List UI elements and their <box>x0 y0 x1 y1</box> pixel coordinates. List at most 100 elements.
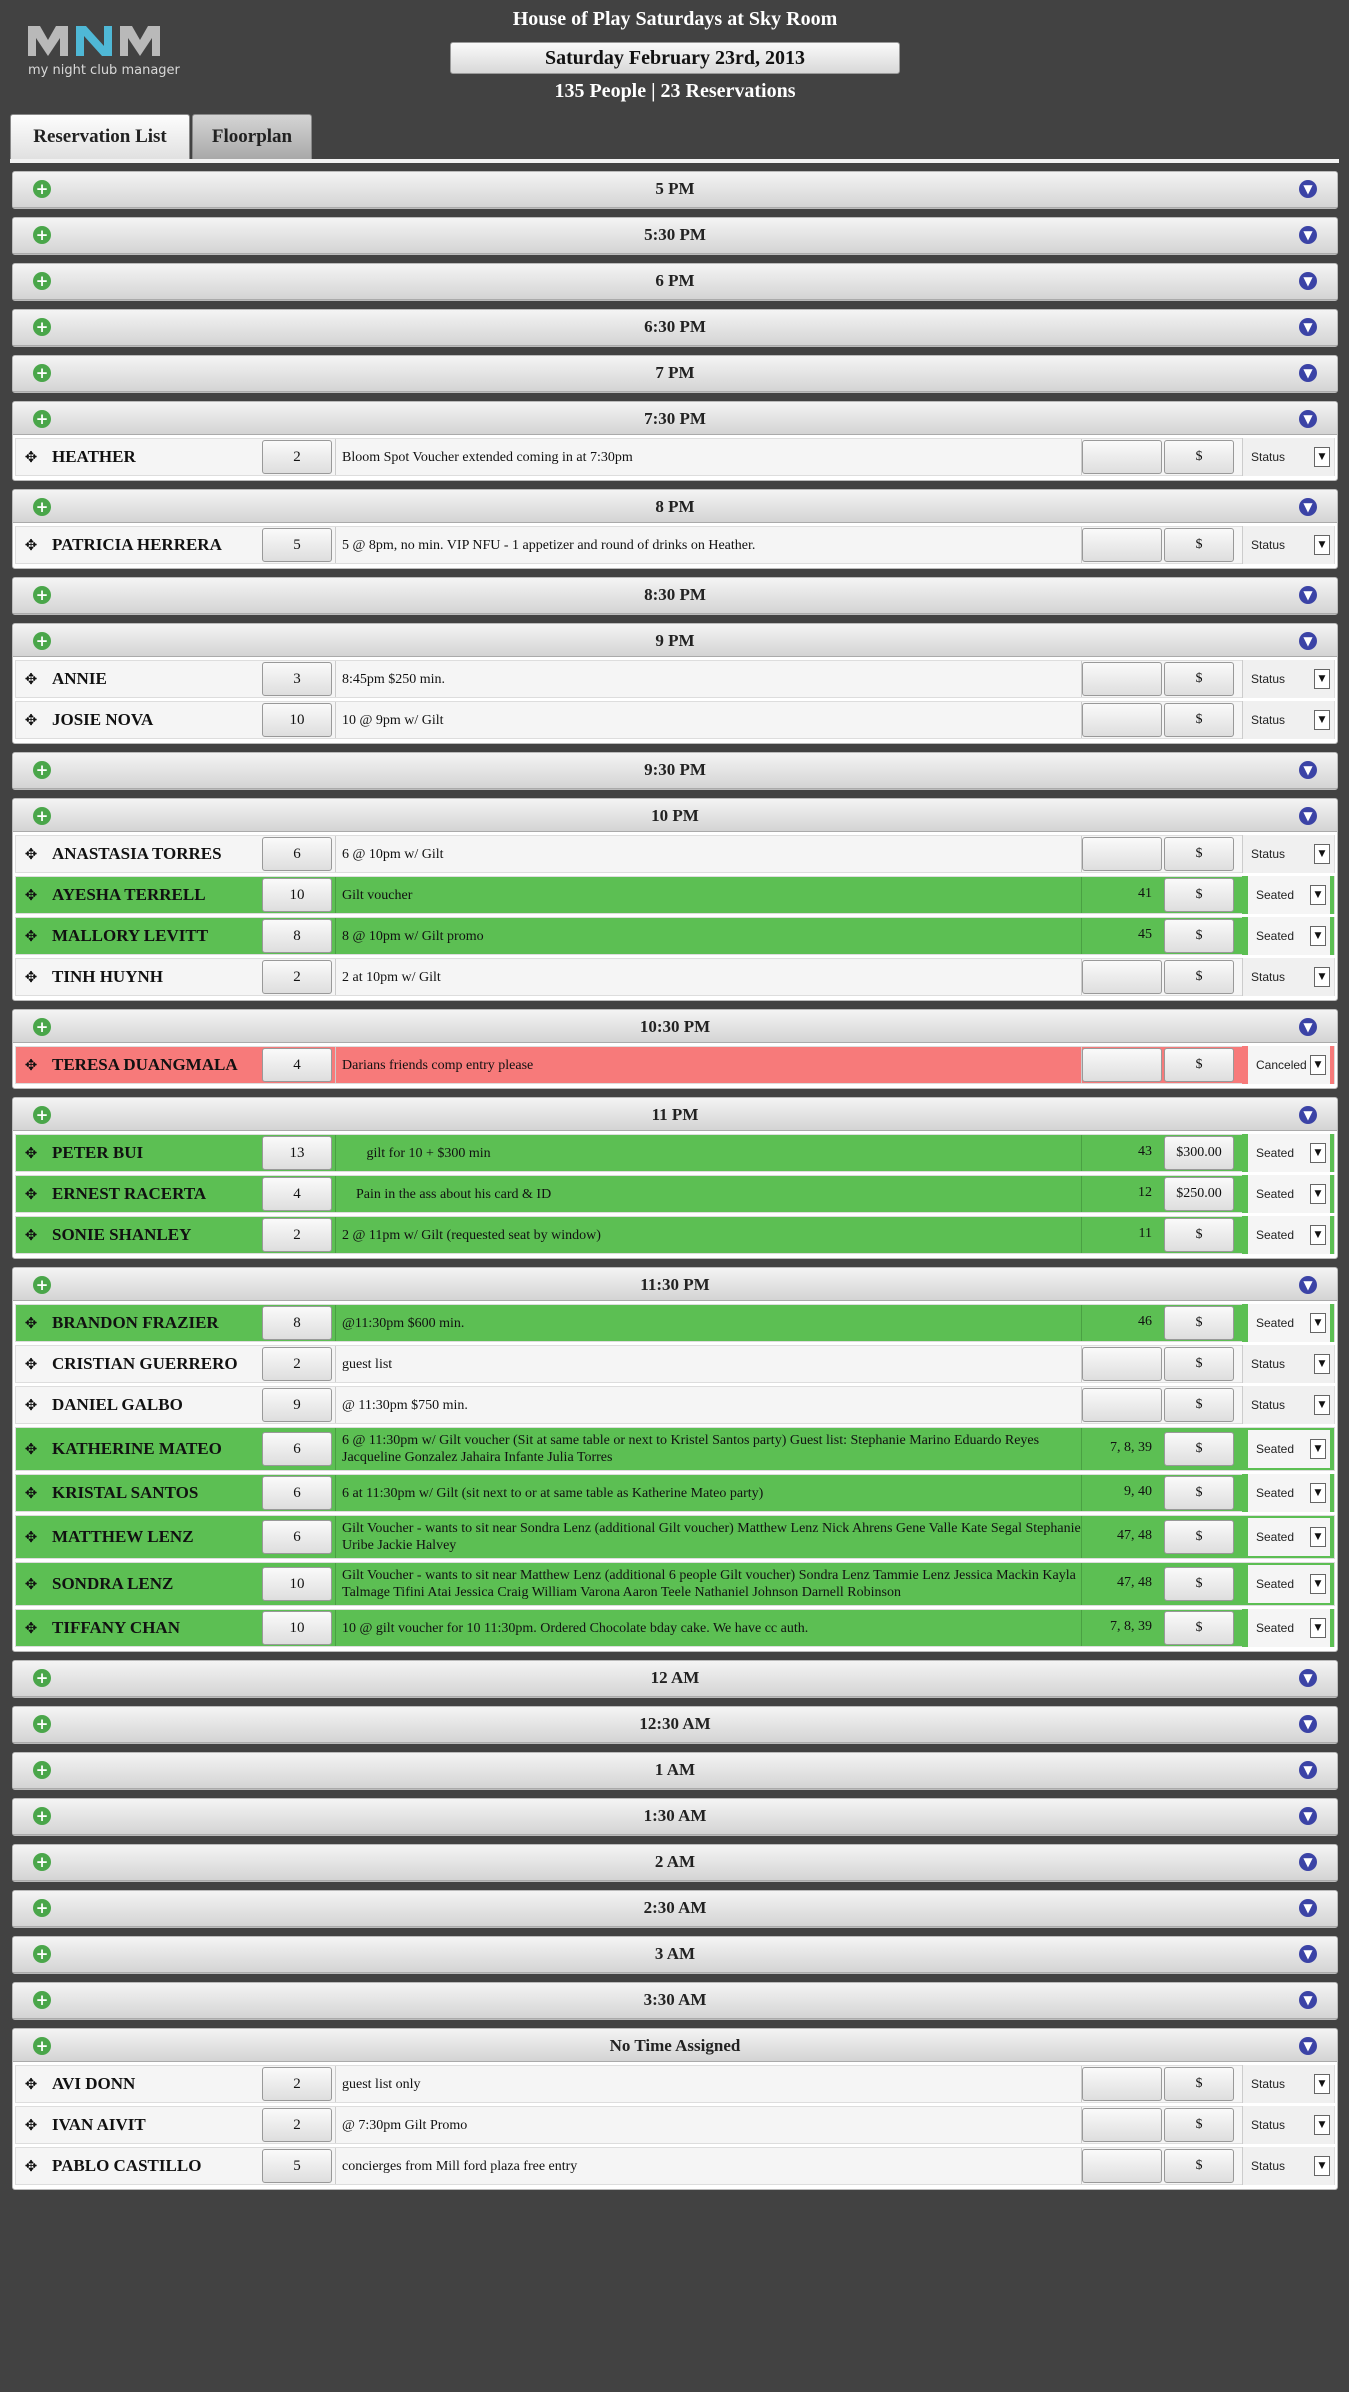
reservation-notes[interactable]: 5 @ 8pm, no min. VIP NFU - 1 appetizer a… <box>335 527 1082 563</box>
chevron-down-icon[interactable]: ▼ <box>1314 1354 1330 1374</box>
reservation-notes[interactable]: @ 7:30pm Gilt Promo <box>335 2107 1082 2143</box>
minimum-spend-field[interactable]: $250.00 <box>1164 1177 1234 1211</box>
status-select[interactable]: Canceled ▼ <box>1242 1046 1334 1084</box>
minimum-spend-field[interactable]: $ <box>1164 1306 1234 1340</box>
minimum-spend-field[interactable]: $ <box>1164 703 1234 737</box>
reservation-row[interactable]: ✥ ERNEST RACERTA 4 Pain in the ass about h… <box>15 1175 1335 1213</box>
party-size-field[interactable]: 9 <box>262 1388 332 1422</box>
reservation-row[interactable]: ✥ ANNIE 3 8:45pm $250 min. $ Status ▼ <box>15 660 1335 698</box>
party-size-field[interactable]: 5 <box>262 2149 332 2183</box>
move-icon[interactable]: ✥ <box>20 1619 42 1637</box>
reservation-row[interactable]: ✥ IVAN AIVIT 2 @ 7:30pm Gilt Promo $ Status ▼ <box>15 2106 1335 2144</box>
arrow-down-circle-icon[interactable]: ▼ <box>1299 318 1317 336</box>
guest-name[interactable]: PETER BUI <box>42 1143 262 1163</box>
minimum-spend-field[interactable]: $ <box>1164 837 1234 871</box>
date-selector[interactable]: Saturday February 23rd, 2013 <box>450 42 900 74</box>
chevron-down-icon[interactable]: ▼ <box>1314 447 1330 467</box>
minimum-spend-field[interactable]: $ <box>1164 1432 1234 1466</box>
tab-floorplan[interactable]: Floorplan <box>192 114 312 160</box>
plus-circle-icon[interactable]: + <box>33 1018 51 1036</box>
arrow-down-circle-icon[interactable]: ▼ <box>1299 1853 1317 1871</box>
reservation-row[interactable]: ✥ KATHERINE MATEO 6 6 @ 11:30pm w/ Gilt vou… <box>15 1427 1335 1471</box>
arrow-down-circle-icon[interactable]: ▼ <box>1299 498 1317 516</box>
party-size-field[interactable]: 3 <box>262 662 332 696</box>
move-icon[interactable]: ✥ <box>20 670 42 688</box>
party-size-field[interactable]: 6 <box>262 1432 332 1466</box>
plus-circle-icon[interactable]: + <box>33 1106 51 1124</box>
plus-circle-icon[interactable]: + <box>33 180 51 198</box>
status-select[interactable]: Seated ▼ <box>1242 1216 1334 1254</box>
party-size-field[interactable]: 10 <box>262 1611 332 1645</box>
minimum-spend-field[interactable]: $ <box>1164 1388 1234 1422</box>
plus-circle-icon[interactable]: + <box>33 318 51 336</box>
reservation-row[interactable]: ✥ ANASTASIA TORRES 6 6 @ 10pm w/ Gilt $ Statu… <box>15 835 1335 873</box>
reservation-row[interactable]: ✥ TIFFANY CHAN 10 10 @ gilt voucher for 10 … <box>15 1609 1335 1647</box>
party-size-field[interactable]: 10 <box>262 1567 332 1601</box>
reservation-row[interactable]: ✥ PABLO CASTILLO 5 concierges from Mill for… <box>15 2147 1335 2185</box>
party-size-field[interactable]: 4 <box>262 1048 332 1082</box>
status-select[interactable]: Seated ▼ <box>1242 1518 1334 1556</box>
table-number-field[interactable] <box>1082 1347 1162 1381</box>
guest-name[interactable]: TERESA DUANGMALA <box>42 1055 262 1075</box>
plus-circle-icon[interactable]: + <box>33 364 51 382</box>
status-select[interactable]: Seated ▼ <box>1242 917 1334 955</box>
status-select[interactable]: Seated ▼ <box>1242 1304 1334 1342</box>
reservation-row[interactable]: ✥ PATRICIA HERRERA 5 5 @ 8pm, no min. VIP N… <box>15 526 1335 564</box>
reservation-notes[interactable]: 8 @ 10pm w/ Gilt promo <box>335 918 1082 954</box>
reservation-notes[interactable]: 6 @ 10pm w/ Gilt <box>335 836 1082 872</box>
table-number-field[interactable] <box>1082 2067 1162 2101</box>
plus-circle-icon[interactable]: + <box>33 1669 51 1687</box>
plus-circle-icon[interactable]: + <box>33 1853 51 1871</box>
plus-circle-icon[interactable]: + <box>33 1899 51 1917</box>
arrow-down-circle-icon[interactable]: ▼ <box>1299 2037 1317 2055</box>
status-select[interactable]: Seated ▼ <box>1242 1430 1334 1468</box>
move-icon[interactable]: ✥ <box>20 1440 42 1458</box>
chevron-down-icon[interactable]: ▼ <box>1310 885 1326 905</box>
reservation-notes[interactable]: guest list <box>335 1346 1082 1382</box>
party-size-field[interactable]: 2 <box>262 960 332 994</box>
plus-circle-icon[interactable]: + <box>33 1945 51 1963</box>
plus-circle-icon[interactable]: + <box>33 226 51 244</box>
reservation-notes[interactable]: Bloom Spot Voucher extended coming in at… <box>335 439 1082 475</box>
chevron-down-icon[interactable]: ▼ <box>1314 669 1330 689</box>
table-number-field[interactable] <box>1082 2108 1162 2142</box>
move-icon[interactable]: ✥ <box>20 448 42 466</box>
reservation-row[interactable]: ✥ AYESHA TERRELL 10 Gilt voucher 41 $ Seated ▼ <box>15 876 1335 914</box>
reservation-row[interactable]: ✥ SONDRA LENZ 10 Gilt Voucher - wants to si… <box>15 1562 1335 1606</box>
reservation-notes[interactable]: 10 @ 9pm w/ Gilt <box>335 702 1082 738</box>
party-size-field[interactable]: 2 <box>262 1347 332 1381</box>
table-number-field[interactable] <box>1082 703 1162 737</box>
reservation-row[interactable]: ✥ CRISTIAN GUERRERO 2 guest list $ Status ▼ <box>15 1345 1335 1383</box>
arrow-down-circle-icon[interactable]: ▼ <box>1299 1761 1317 1779</box>
arrow-down-circle-icon[interactable]: ▼ <box>1299 807 1317 825</box>
arrow-down-circle-icon[interactable]: ▼ <box>1299 1945 1317 1963</box>
reservation-row[interactable]: ✥ SONIE SHANLEY 2 2 @ 11pm w/ Gilt (request… <box>15 1216 1335 1254</box>
reservation-row[interactable]: ✥ KRISTAL SANTOS 6 6 at 11:30pm w/ Gilt (si… <box>15 1474 1335 1512</box>
status-select[interactable]: Status ▼ <box>1242 526 1334 564</box>
table-number-field[interactable] <box>1082 528 1162 562</box>
guest-name[interactable]: IVAN AIVIT <box>42 2115 262 2135</box>
move-icon[interactable]: ✥ <box>20 2116 42 2134</box>
chevron-down-icon[interactable]: ▼ <box>1310 1313 1326 1333</box>
reservation-row[interactable]: ✥ TERESA DUANGMALA 4 Darians friends comp e… <box>15 1046 1335 1084</box>
chevron-down-icon[interactable]: ▼ <box>1310 1439 1326 1459</box>
reservation-notes[interactable]: 2 at 10pm w/ Gilt <box>335 959 1082 995</box>
guest-name[interactable]: KATHERINE MATEO <box>42 1439 262 1459</box>
plus-circle-icon[interactable]: + <box>33 272 51 290</box>
move-icon[interactable]: ✥ <box>20 886 42 904</box>
chevron-down-icon[interactable]: ▼ <box>1310 1184 1326 1204</box>
reservation-row[interactable]: ✥ JOSIE NOVA 10 10 @ 9pm w/ Gilt $ Status ▼ <box>15 701 1335 739</box>
guest-name[interactable]: PATRICIA HERRERA <box>42 535 262 555</box>
minimum-spend-field[interactable]: $ <box>1164 1611 1234 1645</box>
chevron-down-icon[interactable]: ▼ <box>1310 1483 1326 1503</box>
table-number-field[interactable] <box>1082 960 1162 994</box>
guest-name[interactable]: JOSIE NOVA <box>42 710 262 730</box>
guest-name[interactable]: MALLORY LEVITT <box>42 926 262 946</box>
chevron-down-icon[interactable]: ▼ <box>1310 1225 1326 1245</box>
arrow-down-circle-icon[interactable]: ▼ <box>1299 1018 1317 1036</box>
minimum-spend-field[interactable]: $ <box>1164 2149 1234 2183</box>
move-icon[interactable]: ✥ <box>20 2157 42 2175</box>
guest-name[interactable]: SONDRA LENZ <box>42 1574 262 1594</box>
reservation-notes[interactable]: 10 @ gilt voucher for 10 11:30pm. Ordere… <box>335 1610 1082 1646</box>
move-icon[interactable]: ✥ <box>20 927 42 945</box>
